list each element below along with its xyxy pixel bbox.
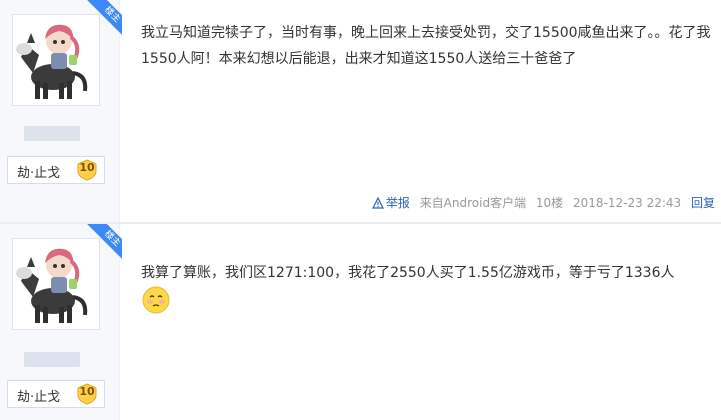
floor-number: 10楼 bbox=[535, 196, 564, 210]
post-floor-10: 楼主 劫·止戈 10 我立马知道完犊子了，当时有事，晚上回来上去接受处罚，交了1… bbox=[0, 0, 721, 223]
post-content-text: 我算了算账，我们区1271:100，我花了2550人买了1.55亿游戏币，等于亏… bbox=[141, 265, 675, 281]
level-badge-icon: 10 bbox=[76, 383, 98, 405]
level-number: 10 bbox=[79, 385, 95, 398]
author-badge: 楼主 bbox=[86, 0, 122, 36]
level-badge-icon: 10 bbox=[76, 159, 98, 181]
post-tail: 举报 来自Android客户端 10楼 2018-12-23 22:43 回复 bbox=[366, 194, 715, 212]
post-content: 我算了算账，我们区1271:100，我花了2550人买了1.55亿游戏币，等于亏… bbox=[141, 260, 681, 317]
post-floor-11: 楼主 劫·止戈 10 我算了算账，我们区1271:100，我花了2550人买了1… bbox=[0, 224, 721, 420]
post-content: 我立马知道完犊子了，当时有事，晚上回来上去接受处罚，交了15500咸鱼出来了。。… bbox=[141, 25, 711, 67]
embarrassed-face-icon bbox=[142, 286, 170, 314]
report-link[interactable]: 举报 bbox=[371, 196, 410, 210]
author-badge: 楼主 bbox=[86, 224, 122, 260]
author-sidebar: 楼主 劫·止戈 10 bbox=[0, 224, 122, 420]
warning-icon bbox=[371, 196, 384, 209]
client-source: 来自Android客户端 bbox=[419, 196, 527, 210]
post-time: 2018-12-23 22:43 bbox=[573, 196, 682, 210]
author-sidebar: 楼主 劫·止戈 10 bbox=[0, 0, 122, 223]
username-blurred[interactable] bbox=[24, 126, 80, 141]
member-level[interactable]: 劫·止戈 10 bbox=[7, 156, 105, 184]
member-level-name: 劫·止戈 bbox=[17, 166, 61, 181]
username-blurred[interactable] bbox=[24, 352, 80, 367]
member-level-name: 劫·止戈 bbox=[17, 390, 61, 405]
author-badge-label: 楼主 bbox=[87, 0, 122, 36]
report-label: 举报 bbox=[385, 196, 410, 210]
member-level[interactable]: 劫·止戈 10 bbox=[7, 380, 105, 408]
reply-link[interactable]: 回复 bbox=[691, 196, 715, 210]
author-badge-label: 楼主 bbox=[87, 224, 122, 260]
level-number: 10 bbox=[79, 161, 95, 174]
